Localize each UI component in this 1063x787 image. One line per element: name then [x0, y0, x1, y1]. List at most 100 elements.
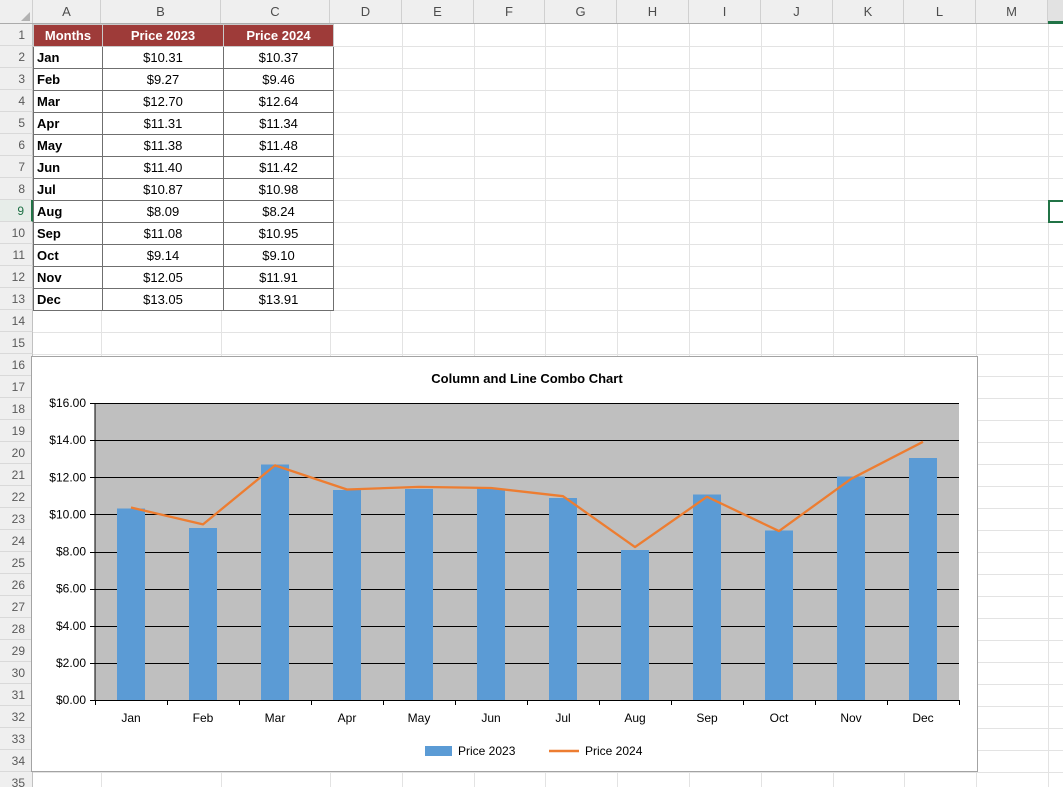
price-cell[interactable]: $8.24: [224, 201, 334, 223]
row-header-5[interactable]: 5: [0, 112, 33, 134]
price-cell[interactable]: $13.05: [103, 289, 224, 311]
price-cell[interactable]: $9.27: [103, 69, 224, 91]
month-cell[interactable]: Apr: [34, 113, 103, 135]
legend-swatch-bar[interactable]: [425, 746, 452, 756]
select-all-button[interactable]: [0, 0, 33, 23]
active-cell-selection[interactable]: [1048, 200, 1063, 223]
row-header-32[interactable]: 32: [0, 706, 33, 728]
price-cell[interactable]: $13.91: [224, 289, 334, 311]
column-header-E[interactable]: E: [402, 0, 474, 23]
price-cell[interactable]: $9.46: [224, 69, 334, 91]
month-cell[interactable]: Mar: [34, 91, 103, 113]
price-cell[interactable]: $11.08: [103, 223, 224, 245]
month-cell[interactable]: Sep: [34, 223, 103, 245]
column-header-H[interactable]: H: [617, 0, 689, 23]
row-header-29[interactable]: 29: [0, 640, 33, 662]
price-cell[interactable]: $11.48: [224, 135, 334, 157]
bar-Jul[interactable]: [549, 498, 577, 700]
bar-Sep[interactable]: [693, 494, 721, 700]
row-header-13[interactable]: 13: [0, 288, 33, 310]
column-header-M[interactable]: M: [976, 0, 1048, 23]
row-header-4[interactable]: 4: [0, 90, 33, 112]
row-header-6[interactable]: 6: [0, 134, 33, 156]
row-header-22[interactable]: 22: [0, 486, 33, 508]
price-cell[interactable]: $10.87: [103, 179, 224, 201]
row-header-3[interactable]: 3: [0, 68, 33, 90]
column-header-K[interactable]: K: [833, 0, 904, 23]
bar-Feb[interactable]: [189, 528, 217, 700]
row-header-25[interactable]: 25: [0, 552, 33, 574]
bar-May[interactable]: [405, 489, 433, 700]
column-header-C[interactable]: C: [221, 0, 330, 23]
column-header-G[interactable]: G: [545, 0, 617, 23]
price-cell[interactable]: $11.34: [224, 113, 334, 135]
month-cell[interactable]: Oct: [34, 245, 103, 267]
bar-Oct[interactable]: [765, 530, 793, 700]
row-header-16[interactable]: 16: [0, 354, 33, 376]
column-header-N-partial[interactable]: [1048, 0, 1063, 21]
row-header-7[interactable]: 7: [0, 156, 33, 178]
row-header-23[interactable]: 23: [0, 508, 33, 530]
column-header-F[interactable]: F: [474, 0, 545, 23]
row-header-20[interactable]: 20: [0, 442, 33, 464]
price-cell[interactable]: $8.09: [103, 201, 224, 223]
row-header-19[interactable]: 19: [0, 420, 33, 442]
price-cell[interactable]: $10.98: [224, 179, 334, 201]
column-header-I[interactable]: I: [689, 0, 761, 23]
combo-chart-object[interactable]: $0.00$2.00$4.00$6.00$8.00$10.00$12.00$14…: [31, 356, 978, 772]
price-cell[interactable]: $12.70: [103, 91, 224, 113]
row-header-8[interactable]: 8: [0, 178, 33, 200]
row-header-35[interactable]: 35: [0, 772, 33, 787]
month-cell[interactable]: May: [34, 135, 103, 157]
bar-Aug[interactable]: [621, 550, 649, 700]
column-header-A[interactable]: A: [33, 0, 101, 23]
bar-Dec[interactable]: [909, 458, 937, 700]
row-header-34[interactable]: 34: [0, 750, 33, 772]
column-header-L[interactable]: L: [904, 0, 976, 23]
month-cell[interactable]: Jan: [34, 47, 103, 69]
price-cell[interactable]: $11.40: [103, 157, 224, 179]
price-cell[interactable]: $12.05: [103, 267, 224, 289]
price-cell[interactable]: $9.10: [224, 245, 334, 267]
price-cell[interactable]: $12.64: [224, 91, 334, 113]
row-header-27[interactable]: 27: [0, 596, 33, 618]
bar-Mar[interactable]: [261, 464, 289, 700]
table-header-price-2024[interactable]: Price 2024: [224, 25, 334, 47]
price-cell[interactable]: $11.91: [224, 267, 334, 289]
bar-Nov[interactable]: [837, 476, 865, 700]
column-header-D[interactable]: D: [330, 0, 402, 23]
row-header-24[interactable]: 24: [0, 530, 33, 552]
bar-Jan[interactable]: [117, 509, 145, 700]
month-cell[interactable]: Dec: [34, 289, 103, 311]
row-header-26[interactable]: 26: [0, 574, 33, 596]
row-header-2[interactable]: 2: [0, 46, 33, 68]
price-cell[interactable]: $11.31: [103, 113, 224, 135]
month-cell[interactable]: Aug: [34, 201, 103, 223]
month-cell[interactable]: Jul: [34, 179, 103, 201]
row-header-14[interactable]: 14: [0, 310, 33, 332]
bar-Apr[interactable]: [333, 490, 361, 700]
plot-area[interactable]: [95, 403, 959, 700]
price-cell[interactable]: $11.42: [224, 157, 334, 179]
price-cell[interactable]: $10.37: [224, 47, 334, 69]
legend-label-price-2023[interactable]: Price 2023: [458, 744, 516, 758]
price-cell[interactable]: $9.14: [103, 245, 224, 267]
month-cell[interactable]: Feb: [34, 69, 103, 91]
row-header-12[interactable]: 12: [0, 266, 33, 288]
month-cell[interactable]: Jun: [34, 157, 103, 179]
row-header-21[interactable]: 21: [0, 464, 33, 486]
row-header-9[interactable]: 9: [0, 200, 33, 222]
row-header-33[interactable]: 33: [0, 728, 33, 750]
row-header-28[interactable]: 28: [0, 618, 33, 640]
price-cell[interactable]: $11.38: [103, 135, 224, 157]
row-header-31[interactable]: 31: [0, 684, 33, 706]
column-header-J[interactable]: J: [761, 0, 833, 23]
column-header-B[interactable]: B: [101, 0, 221, 23]
row-header-30[interactable]: 30: [0, 662, 33, 684]
table-header-price-2023[interactable]: Price 2023: [103, 25, 224, 47]
row-header-17[interactable]: 17: [0, 376, 33, 398]
row-header-10[interactable]: 10: [0, 222, 33, 244]
legend-label-price-2024[interactable]: Price 2024: [585, 744, 643, 758]
price-cell[interactable]: $10.31: [103, 47, 224, 69]
table-header-months[interactable]: Months: [34, 25, 103, 47]
